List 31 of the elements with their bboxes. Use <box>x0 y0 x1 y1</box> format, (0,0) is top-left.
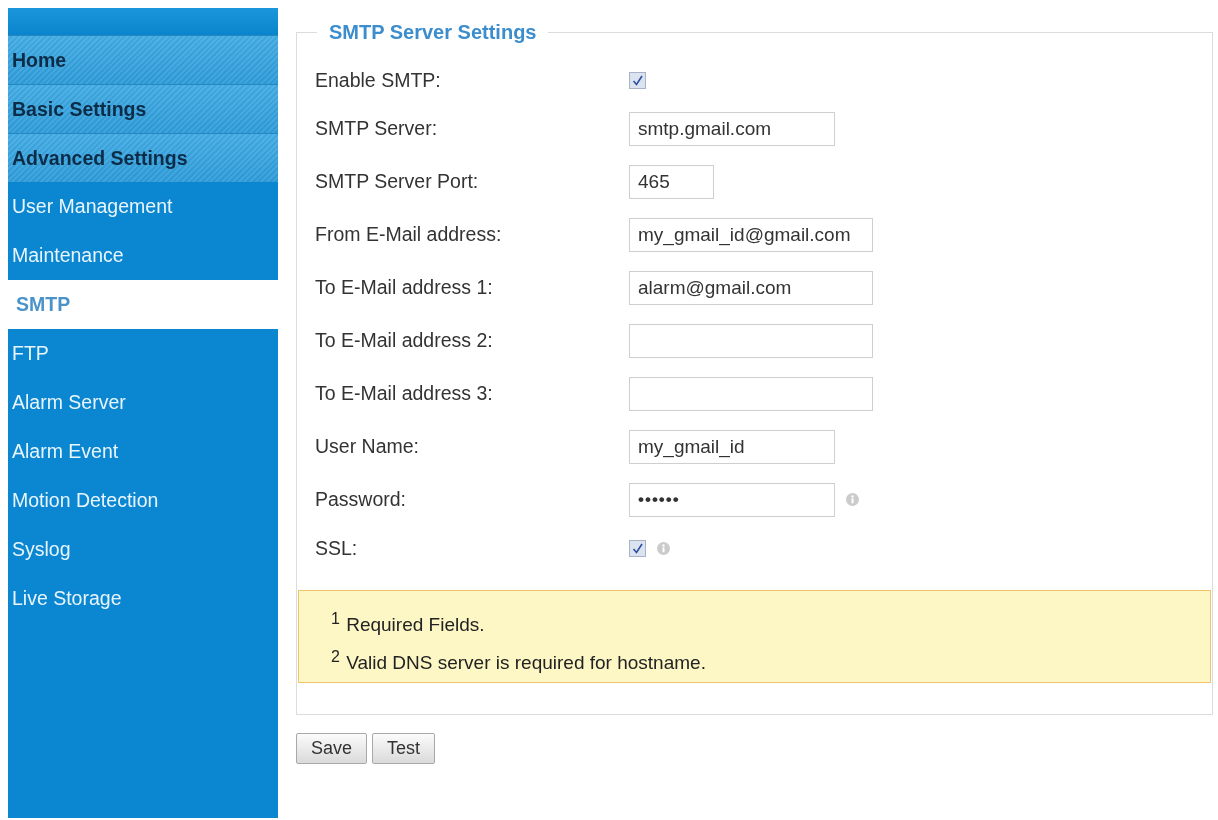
field-label: SSL: <box>315 536 358 560</box>
input-field[interactable] <box>629 323 873 358</box>
note-text: $^{2}$ Valid DNS server is required for hostname. <box>331 652 706 673</box>
field-label: SMTP Server Port: <box>315 170 479 193</box>
checkbox[interactable] <box>629 71 646 89</box>
save-button[interactable]: Save <box>296 733 368 764</box>
input-field[interactable]: 465 <box>629 164 714 199</box>
checkmark-icon <box>632 74 643 86</box>
checkmark-icon <box>632 542 643 554</box>
nav-item[interactable]: SMTP <box>8 280 278 329</box>
nav-section[interactable]: Basic Settings <box>8 84 278 133</box>
field-label: SMTP Server: <box>315 117 438 140</box>
input-field[interactable] <box>629 376 873 411</box>
nav-section[interactable]: Advanced Settings <box>8 133 278 182</box>
input-field[interactable]: my_gmail_id@gmail.com <box>629 217 873 252</box>
input-field[interactable]: alarm@gmail.com <box>629 270 873 305</box>
input-field[interactable]: my_gmail_id <box>629 429 835 464</box>
section-title: SMTP Server Settings <box>328 20 538 44</box>
test-button[interactable]: Test <box>372 733 436 764</box>
field-label: User Name: <box>315 435 420 458</box>
input-field[interactable]: smtp.gmail.com <box>629 111 835 146</box>
checkbox[interactable] <box>629 539 646 557</box>
note-text: $^{1}$ Required Fields. <box>331 614 485 635</box>
field-label: Enable SMTP: <box>315 68 441 92</box>
field-label: To E-Mail address 3: <box>315 382 493 405</box>
field-label: To E-Mail address 2: <box>315 329 493 352</box>
field-label: Password: <box>315 488 407 511</box>
field-label: From E-Mail address: <box>315 223 502 246</box>
password-field[interactable]: •••••• <box>629 482 835 517</box>
nav-section[interactable]: Home <box>8 35 278 84</box>
field-label: To E-Mail address 1: <box>315 276 493 299</box>
